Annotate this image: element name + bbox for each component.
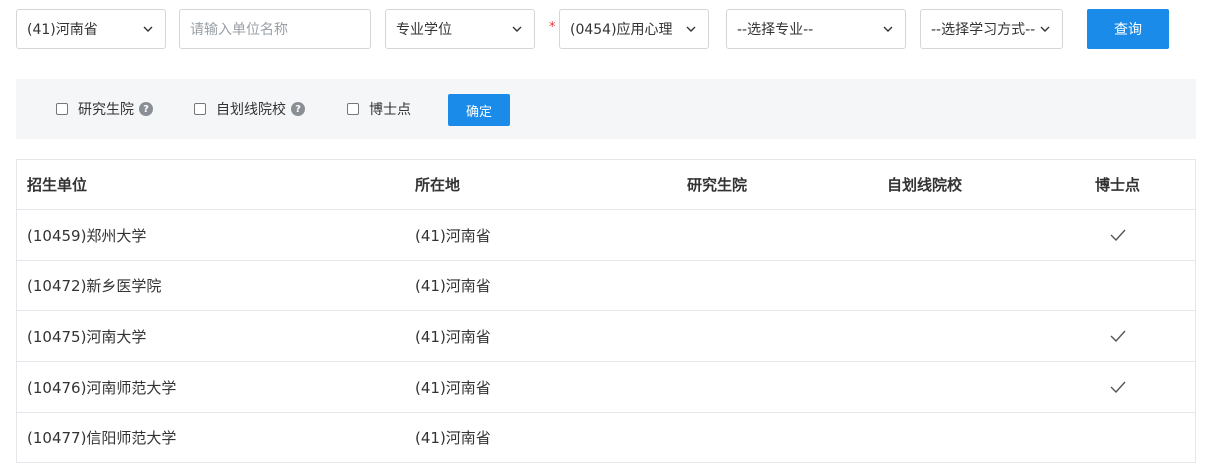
check-icon — [1110, 330, 1126, 342]
checkbox-box[interactable] — [56, 103, 68, 115]
header-unit: 招生单位 — [27, 176, 88, 194]
checkbox-box[interactable] — [347, 103, 359, 115]
unit-name-input[interactable]: 请输入单位名称 — [179, 9, 371, 49]
header-graduate-school: 研究生院 — [687, 176, 748, 194]
province-select[interactable]: (41)河南省 — [16, 9, 166, 49]
question-circle-icon[interactable]: ? — [291, 102, 305, 116]
row-location: (41)河南省 — [415, 327, 491, 346]
graduate-school-label: 研究生院 — [78, 102, 134, 118]
row-location: (41)河南省 — [415, 277, 491, 295]
doctoral-checkbox[interactable]: 博士点 — [347, 79, 411, 139]
major-select-value: --选择专业-- — [737, 22, 814, 38]
unit-name-placeholder: 请输入单位名称 — [190, 22, 288, 38]
table-header-row: 招生单位 所在地 研究生院 自划线院校 博士点 — [17, 160, 1195, 210]
results-table: 招生单位 所在地 研究生院 自划线院校 博士点 (10459)郑州大学 (41)… — [16, 159, 1196, 463]
self-line-label: 自划线院校 — [216, 102, 286, 118]
table-row: (10476)河南师范大学 (41)河南省 — [17, 362, 1195, 413]
row-location: (41)河南省 — [415, 429, 491, 447]
study-mode-select-value: --选择学习方式-- — [931, 22, 1036, 38]
row-unit-link[interactable]: (10459)郑州大学 — [27, 225, 146, 246]
checkbox-filter-bar: 研究生院 ? 自划线院校 ? 博士点 确定 — [16, 79, 1196, 139]
row-location: (41)河南省 — [415, 226, 491, 245]
chevron-down-icon — [141, 22, 155, 36]
row-unit-link[interactable]: (10472)新乡医学院 — [27, 275, 161, 296]
row-unit-link[interactable]: (10475)河南大学 — [27, 326, 146, 347]
degree-type-select[interactable]: 专业学位 — [385, 9, 535, 49]
row-location: (41)河南省 — [415, 378, 491, 397]
question-circle-icon[interactable]: ? — [139, 102, 153, 116]
row-unit-link[interactable]: (10476)河南师范大学 — [27, 377, 176, 398]
check-icon — [1110, 381, 1126, 393]
header-self-line: 自划线院校 — [887, 176, 963, 194]
chevron-down-icon — [881, 22, 895, 36]
table-row: (10459)郑州大学 (41)河南省 — [17, 210, 1195, 261]
chevron-down-icon — [684, 22, 698, 36]
checkbox-box[interactable] — [194, 103, 206, 115]
required-mark: * — [549, 20, 556, 35]
check-icon — [1110, 229, 1126, 241]
table-row: (10472)新乡医学院 (41)河南省 — [17, 261, 1195, 311]
self-line-checkbox[interactable]: 自划线院校 ? — [194, 79, 305, 139]
subject-select[interactable]: (0454)应用心理 — [559, 9, 709, 49]
doctoral-label: 博士点 — [369, 102, 411, 118]
subject-select-value: (0454)应用心理 — [570, 22, 673, 38]
chevron-down-icon — [510, 22, 524, 36]
confirm-button[interactable]: 确定 — [448, 94, 510, 126]
table-row: (10477)信阳师范大学 (41)河南省 — [17, 413, 1195, 462]
province-select-value: (41)河南省 — [27, 22, 98, 38]
row-unit-link[interactable]: (10477)信阳师范大学 — [27, 427, 176, 448]
graduate-school-checkbox[interactable]: 研究生院 ? — [56, 79, 153, 139]
header-location: 所在地 — [415, 176, 461, 194]
chevron-down-icon — [1038, 22, 1052, 36]
header-doctoral: 博士点 — [1095, 176, 1141, 194]
query-button[interactable]: 查询 — [1087, 9, 1169, 49]
table-row: (10475)河南大学 (41)河南省 — [17, 311, 1195, 362]
major-select[interactable]: --选择专业-- — [726, 9, 906, 49]
degree-type-value: 专业学位 — [396, 22, 452, 38]
study-mode-select[interactable]: --选择学习方式-- — [920, 9, 1063, 49]
